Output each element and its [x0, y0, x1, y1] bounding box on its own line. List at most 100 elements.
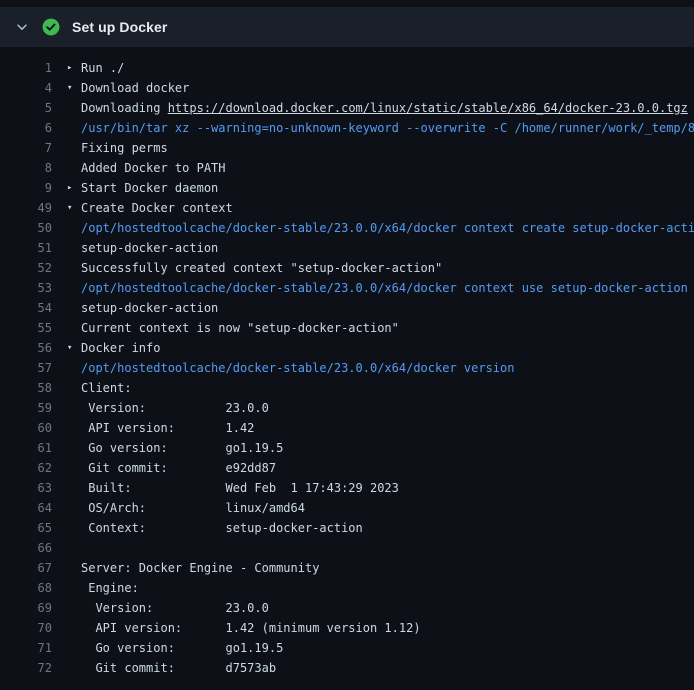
log-line: 52 Successfully created context "setup-d…: [0, 258, 694, 278]
line-number[interactable]: 72: [0, 658, 67, 678]
line-number[interactable]: 53: [0, 278, 67, 298]
log-line: 53 /opt/hostedtoolcache/docker-stable/23…: [0, 278, 694, 298]
line-number[interactable]: 9: [0, 178, 67, 198]
line-number[interactable]: 62: [0, 458, 67, 478]
log-line: 61 Go version: go1.19.5: [0, 438, 694, 458]
log-line: 4 ▾ Download docker: [0, 78, 694, 98]
group-toggle-icon: [67, 458, 81, 478]
group-toggle-icon: [67, 538, 81, 558]
log-text: Built: Wed Feb 1 17:43:29 2023: [81, 478, 399, 498]
group-toggle-icon: [67, 298, 81, 318]
line-number[interactable]: 70: [0, 618, 67, 638]
group-toggle-icon: [67, 358, 81, 378]
log-text: Start Docker daemon: [81, 178, 218, 198]
group-toggle-icon[interactable]: ▸: [67, 58, 81, 78]
line-number[interactable]: 64: [0, 498, 67, 518]
line-number[interactable]: 54: [0, 298, 67, 318]
log-text: Server: Docker Engine - Community: [81, 558, 319, 578]
line-number[interactable]: 69: [0, 598, 67, 618]
log-text: Go version: go1.19.5: [81, 638, 283, 658]
line-number[interactable]: 49: [0, 198, 67, 218]
line-number[interactable]: 66: [0, 538, 67, 558]
log-line: 59 Version: 23.0.0: [0, 398, 694, 418]
line-number[interactable]: 6: [0, 118, 67, 138]
group-toggle-icon[interactable]: ▾: [67, 338, 81, 358]
log-text: Download docker: [81, 78, 189, 98]
log-line: 6 /usr/bin/tar xz --warning=no-unknown-k…: [0, 118, 694, 138]
log-line: 1 ▸ Run ./: [0, 58, 694, 78]
group-toggle-icon: [67, 138, 81, 158]
line-number[interactable]: 65: [0, 518, 67, 538]
log-link[interactable]: https://download.docker.com/linux/static…: [168, 101, 688, 115]
log-line: 63 Built: Wed Feb 1 17:43:29 2023: [0, 478, 694, 498]
log-line: 66: [0, 538, 694, 558]
group-toggle-icon: [67, 638, 81, 658]
log-line: 58 Client:: [0, 378, 694, 398]
line-number[interactable]: 50: [0, 218, 67, 238]
line-number[interactable]: 60: [0, 418, 67, 438]
log-line: 8 Added Docker to PATH: [0, 158, 694, 178]
log-text: setup-docker-action: [81, 238, 218, 258]
log-text: Version: 23.0.0: [81, 398, 269, 418]
log-text: /opt/hostedtoolcache/docker-stable/23.0.…: [81, 278, 688, 298]
step-title: Set up Docker: [72, 19, 167, 35]
log-line: 64 OS/Arch: linux/amd64: [0, 498, 694, 518]
log-lines: 1 ▸ Run ./ 4 ▾ Download docker 5 Downloa…: [0, 47, 694, 678]
group-toggle-icon[interactable]: ▾: [67, 198, 81, 218]
line-number[interactable]: 55: [0, 318, 67, 338]
log-line: 7 Fixing perms: [0, 138, 694, 158]
log-line: 60 API version: 1.42: [0, 418, 694, 438]
group-toggle-icon: [67, 238, 81, 258]
group-toggle-icon[interactable]: ▸: [67, 178, 81, 198]
group-toggle-icon: [67, 618, 81, 638]
line-number[interactable]: 7: [0, 138, 67, 158]
line-number[interactable]: 1: [0, 58, 67, 78]
log-text: API version: 1.42 (minimum version 1.12): [81, 618, 421, 638]
line-number[interactable]: 67: [0, 558, 67, 578]
log-line: 69 Version: 23.0.0: [0, 598, 694, 618]
group-toggle-icon[interactable]: ▾: [67, 78, 81, 98]
line-number[interactable]: 71: [0, 638, 67, 658]
group-toggle-icon: [67, 498, 81, 518]
line-number[interactable]: 4: [0, 78, 67, 98]
group-toggle-icon: [67, 478, 81, 498]
line-number[interactable]: 52: [0, 258, 67, 278]
line-number[interactable]: 58: [0, 378, 67, 398]
line-number[interactable]: 63: [0, 478, 67, 498]
line-number[interactable]: 51: [0, 238, 67, 258]
group-toggle-icon: [67, 658, 81, 678]
line-number[interactable]: 57: [0, 358, 67, 378]
group-toggle-icon: [67, 438, 81, 458]
line-number[interactable]: 68: [0, 578, 67, 598]
group-toggle-icon: [67, 418, 81, 438]
line-number[interactable]: 5: [0, 98, 67, 118]
log-text: Context: setup-docker-action: [81, 518, 363, 538]
group-toggle-icon: [67, 398, 81, 418]
step-header[interactable]: Set up Docker: [0, 7, 694, 47]
log-text-prefix: Downloading: [81, 101, 168, 115]
log-text: Current context is now "setup-docker-act…: [81, 318, 399, 338]
log-text: Git commit: d7573ab: [81, 658, 276, 678]
log-text: Docker info: [81, 338, 160, 358]
log-text: OS/Arch: linux/amd64: [81, 498, 305, 518]
log-text: Git commit: e92dd87: [81, 458, 276, 478]
group-toggle-icon: [67, 578, 81, 598]
log-line: 9 ▸ Start Docker daemon: [0, 178, 694, 198]
log-text: Run ./: [81, 58, 124, 78]
log-line: 67 Server: Docker Engine - Community: [0, 558, 694, 578]
group-toggle-icon: [67, 318, 81, 338]
group-toggle-icon: [67, 158, 81, 178]
group-toggle-icon: [67, 558, 81, 578]
line-number[interactable]: 61: [0, 438, 67, 458]
log-line: 49 ▾ Create Docker context: [0, 198, 694, 218]
log-line: 51 setup-docker-action: [0, 238, 694, 258]
chevron-down-icon[interactable]: [14, 19, 30, 35]
log-line: 5 Downloading https://download.docker.co…: [0, 98, 694, 118]
line-number[interactable]: 59: [0, 398, 67, 418]
line-number[interactable]: 56: [0, 338, 67, 358]
log-line: 70 API version: 1.42 (minimum version 1.…: [0, 618, 694, 638]
line-number[interactable]: 8: [0, 158, 67, 178]
log-text: /opt/hostedtoolcache/docker-stable/23.0.…: [81, 358, 514, 378]
log-line: 72 Git commit: d7573ab: [0, 658, 694, 678]
group-toggle-icon: [67, 598, 81, 618]
